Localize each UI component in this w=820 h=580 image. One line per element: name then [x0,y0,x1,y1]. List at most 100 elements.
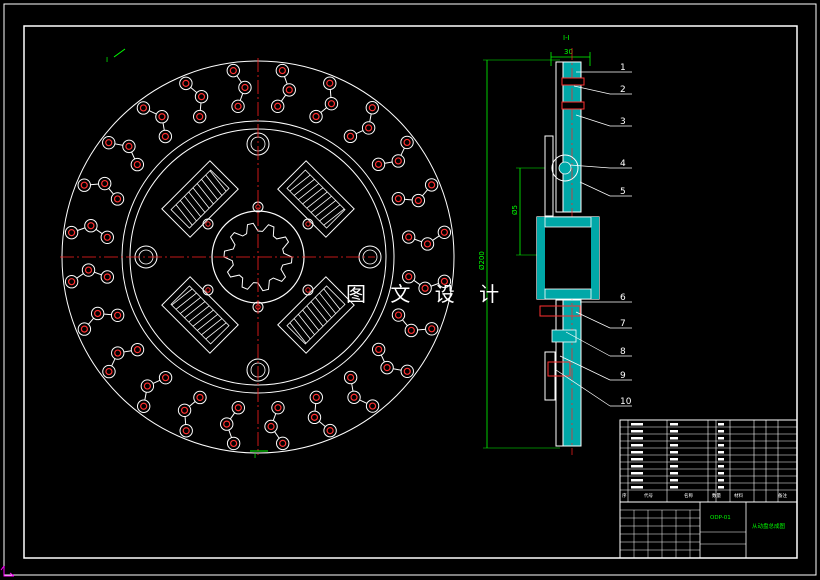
table-text-mark [631,451,643,454]
rivet-head [136,101,151,115]
drawing-name: 从动盘总成图 [752,522,786,530]
rivet-head [155,110,169,124]
small-hole [302,284,314,296]
rivet-head [365,101,380,115]
dim-width-text: 30 [564,48,573,56]
rivet-head [194,89,209,104]
small-hole [202,218,214,230]
hub-flange-section [544,216,592,228]
spring-window [161,276,239,354]
rivet-head [275,63,290,78]
rivet-head [411,193,426,208]
window-outline [161,160,239,238]
table-text-mark [718,486,724,489]
rivet-head [158,370,173,385]
leader-line [579,181,611,197]
table-text-mark [718,423,724,426]
table-text-mark [718,465,724,468]
damper-spring-core [558,161,572,175]
rivet-head [307,410,322,425]
rivet-head [193,109,207,124]
table-text-mark [631,486,643,489]
table-text-mark [631,444,643,447]
rivet-head [371,157,386,172]
retainer-plate [544,135,554,217]
table-text-mark [670,472,678,475]
rivet-head [323,423,337,438]
rivet-head [309,390,323,405]
table-text-mark [718,430,724,433]
rivet-head [365,399,380,413]
rivet-head [420,237,435,251]
table-text-mark [718,437,724,440]
table-text-mark [631,465,643,468]
small-hole [202,284,214,296]
rivet-section-2 [561,101,585,110]
rivet-head [226,63,240,78]
small-hole-center [205,287,211,293]
part-number: 6 [620,293,626,303]
rivet-head [271,400,285,415]
spring-window [277,160,355,238]
header-col-4: 材料 [734,492,743,499]
rivet-head [102,135,116,150]
hub-flange-section-bottom [544,288,592,300]
spring-window [277,276,355,354]
rivet-head [343,370,358,385]
rivet-head [425,322,439,336]
rivet-head [400,135,414,150]
watermark-text: 图 文 设 计 [346,282,509,306]
small-hole [302,218,314,230]
rivet-head [276,436,290,451]
part-number: 10 [620,397,632,407]
header-col-3: 数量 [712,492,721,499]
table-text-mark [718,451,724,454]
rivet-head [424,178,439,192]
spring-body [286,169,346,229]
rivet-head [110,308,125,322]
rivet-head [90,306,105,321]
rivet-head [179,424,193,438]
rivet-head [391,192,406,206]
hub-section [536,216,600,300]
header-col-1: 代号 [644,492,653,499]
rivet-head [122,139,136,154]
rivet-head [391,308,406,322]
rivet-head [193,390,207,405]
rivet-head [136,399,151,413]
small-hole-center [205,221,211,227]
rivet-head [380,360,394,375]
rivet-head [140,379,155,393]
table-text-mark [718,472,724,475]
table-text-mark [631,437,643,440]
rivet-head [264,419,278,434]
rivet-head [401,230,416,244]
rivet-head [100,230,114,244]
rivet-head [391,154,405,168]
rivet-head [309,109,323,124]
table-text-mark [670,451,678,454]
title-block: 序 代号 名称 数量 材料 备注 ODP-01 从动盘总成图 [619,419,798,559]
rivet-head [158,129,173,144]
rivet-head [77,322,92,336]
dim-spring-text: Ø5 [511,205,519,215]
small-hole-center [305,221,311,227]
rivet-head [361,121,376,135]
rivet-head [404,323,419,338]
parts-list-grid [620,419,797,558]
rivet-head [130,342,145,357]
table-text-mark [631,423,643,426]
rivet-head [110,192,125,206]
part-number: 8 [620,347,626,357]
header-col-0: 序 [622,492,627,499]
section-view: I-I 30 Ø200 Ø5 12345678910 [478,34,632,455]
part-number: 3 [620,117,626,127]
part-number: 1 [620,63,626,73]
rivet-head [220,417,234,431]
rivet-head [226,436,241,451]
small-hole-center [305,287,311,293]
table-text-mark [631,458,643,461]
table-text-mark [670,444,678,447]
rivet-head [111,346,125,360]
window-outline [277,160,355,238]
